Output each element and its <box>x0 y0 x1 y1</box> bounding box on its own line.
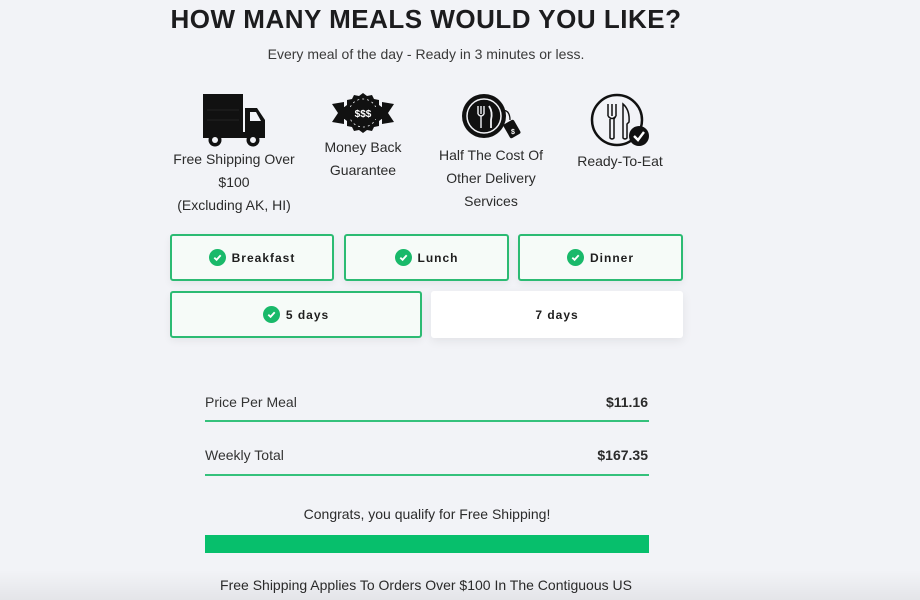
feature-line: Ready-To-Eat <box>577 153 663 169</box>
meal-option-breakfast[interactable]: Breakfast <box>170 234 334 281</box>
badge-text: $$$ <box>355 109 372 120</box>
day-option-label: 5 days <box>285 307 330 322</box>
feature-line: Money Back <box>324 139 402 155</box>
meal-option-label: Dinner <box>589 250 634 265</box>
price-per-meal-value: $11.16 <box>605 394 648 410</box>
feature-free-shipping: Free Shipping Over $100 (Excluding AK, H… <box>168 92 300 217</box>
feature-line: Half The Cost Of <box>438 147 543 163</box>
feature-money-back: $$$ Money Back Guarantee <box>308 92 418 182</box>
truck-icon <box>203 94 265 147</box>
features-row: Free Shipping Over $100 (Excluding AK, H… <box>168 90 688 220</box>
feature-half-cost: $ Half The Cost Of Other Delivery Servic… <box>426 92 556 213</box>
feature-line: Guarantee <box>329 162 397 178</box>
weekly-total-label: Weekly Total <box>205 447 284 463</box>
meal-option-dinner[interactable]: Dinner <box>518 234 683 281</box>
weekly-total-value: $167.35 <box>597 447 648 463</box>
free-shipping-congrats: Congrats, you qualify for Free Shipping! <box>303 506 551 522</box>
feature-line: $100 <box>218 174 250 190</box>
meal-option-lunch[interactable]: Lunch <box>344 234 509 281</box>
day-option-label: 7 days <box>535 307 579 322</box>
free-shipping-progress-bar <box>205 535 649 553</box>
feature-line: Services <box>464 193 518 209</box>
feature-line: Free Shipping Over <box>173 151 295 167</box>
free-shipping-note: Free Shipping Applies To Orders Over $10… <box>220 577 632 593</box>
check-circle-icon <box>208 249 226 266</box>
divider <box>205 420 649 422</box>
check-circle-icon <box>566 249 584 266</box>
feature-line: Other Delivery <box>446 170 536 186</box>
money-back-badge-icon: $$$ <box>332 93 394 133</box>
check-circle-icon <box>262 306 280 323</box>
progress-fill <box>205 535 649 553</box>
tag-text: $ <box>511 129 515 136</box>
day-option-5-days[interactable]: 5 days <box>170 291 422 338</box>
page-title: HOW MANY MEALS WOULD YOU LIKE? <box>170 4 682 34</box>
meal-option-label: Lunch <box>417 250 459 265</box>
feature-ready-to-eat: Ready-To-Eat <box>568 92 672 173</box>
day-option-7-days[interactable]: 7 days <box>431 291 683 338</box>
divider <box>205 474 649 476</box>
page-subtitle: Every meal of the day - Ready in 3 minut… <box>267 46 585 62</box>
meal-option-label: Breakfast <box>231 250 296 265</box>
price-per-meal-label: Price Per Meal <box>205 394 297 410</box>
plate-price-tag-icon: $ <box>462 94 521 139</box>
feature-line: (Excluding AK, HI) <box>177 197 291 213</box>
check-circle-icon <box>394 249 412 266</box>
plate-check-icon <box>590 93 649 147</box>
